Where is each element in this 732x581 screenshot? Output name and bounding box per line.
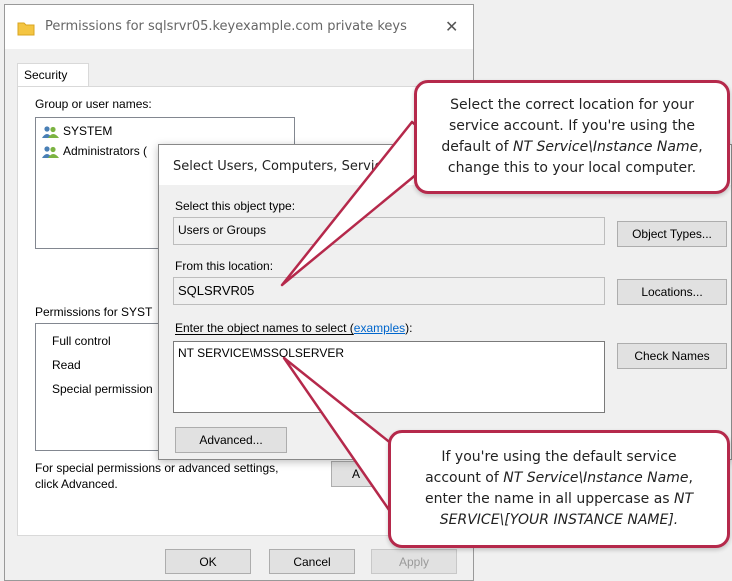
callout-line: service account. If you're using the — [448, 118, 696, 134]
callout-line: default of NT Service\Instance Name, — [441, 137, 702, 158]
callout-line: Select the correct location for your — [450, 97, 694, 113]
callout-line: change this to your local computer. — [447, 160, 697, 176]
top-callout: Select the correct location for your ser… — [414, 80, 730, 194]
bottom-callout: If you're using the default service acco… — [388, 430, 730, 548]
bottom-callout-text: If you're using the default service acco… — [425, 447, 693, 531]
top-callout-text: Select the correct location for your ser… — [441, 95, 702, 179]
callout-text: enter the name in all uppercase as — [424, 491, 675, 507]
callout-text: , — [698, 139, 703, 155]
callout-line: account of NT Service\Instance Name, — [425, 468, 693, 489]
callout-text: account of — [425, 470, 504, 486]
callout-italic: NT — [674, 491, 694, 507]
callout-text: , — [688, 470, 693, 486]
callout-italic: NT Service\Instance Name — [512, 139, 699, 155]
callout-line: enter the name in all uppercase as NT — [425, 489, 693, 510]
callout-italic: SERVICE\[YOUR INSTANCE NAME]. — [439, 512, 679, 528]
callout-text: default of — [441, 139, 513, 155]
callout-italic: NT Service\Instance Name — [503, 470, 689, 486]
callout-line: If you're using the default service — [441, 449, 677, 465]
callout-line: SERVICE\[YOUR INSTANCE NAME]. — [425, 510, 693, 531]
